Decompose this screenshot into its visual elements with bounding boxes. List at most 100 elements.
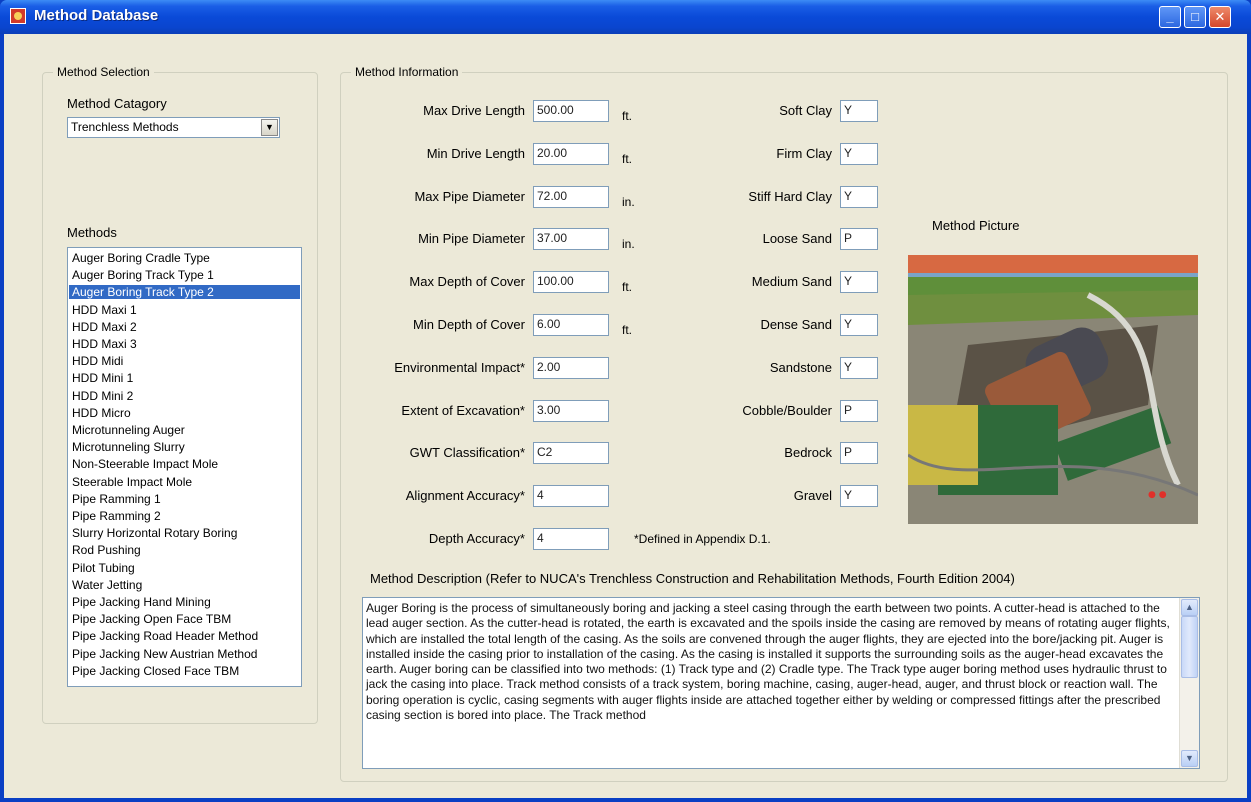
soil-type-label: Sandstone <box>769 359 832 375</box>
soil-suitability-input[interactable]: P <box>840 442 878 465</box>
chevron-down-icon[interactable]: ▼ <box>261 119 278 136</box>
method-category-dropdown[interactable]: Trenchless Methods ▼ <box>67 117 280 138</box>
field-label: Max Pipe Diameter <box>414 188 525 204</box>
method-description-textarea[interactable]: Auger Boring is the process of simultane… <box>362 597 1200 769</box>
close-button[interactable]: ✕ <box>1209 6 1231 28</box>
method-description-label: Method Description (Refer to NUCA's Tren… <box>370 571 1015 586</box>
methods-label: Methods <box>67 225 117 240</box>
field-value-input[interactable]: 4 <box>533 485 609 508</box>
method-list-item[interactable]: Rod Pushing <box>69 543 300 557</box>
method-list-item[interactable]: Microtunneling Slurry <box>69 440 300 454</box>
field-label: Min Drive Length <box>426 145 525 161</box>
soil-type-label: Bedrock <box>784 445 832 461</box>
field-value-input[interactable]: 6.00 <box>533 314 609 336</box>
field-value-input[interactable]: 72.00 <box>533 185 609 208</box>
method-list-item[interactable]: HDD Maxi 2 <box>69 320 300 334</box>
methods-listbox[interactable]: Auger Boring Cradle Type Auger Boring Tra… <box>67 247 302 687</box>
field-value-input[interactable]: 20.00 <box>533 142 609 165</box>
method-information-caption: Method Information <box>351 65 463 79</box>
method-list-item[interactable]: Microtunneling Auger <box>69 423 300 437</box>
field-label: Depth Accuracy* <box>428 531 525 546</box>
soil-suitability-input[interactable]: Y <box>840 100 878 122</box>
field-value-input[interactable]: 4 <box>533 528 609 550</box>
field-label: Extent of Excavation* <box>401 402 525 418</box>
field-unit: in. <box>622 194 635 209</box>
minimize-button[interactable]: _ <box>1159 6 1181 28</box>
field-label: Max Drive Length <box>423 103 525 118</box>
method-list-item[interactable]: HDD Mini 2 <box>69 389 300 403</box>
field-label: Alignment Accuracy* <box>405 488 525 504</box>
soil-suitability-input[interactable]: Y <box>840 271 878 294</box>
soil-suitability-input[interactable]: P <box>840 228 878 251</box>
maximize-button[interactable]: □ <box>1184 6 1206 28</box>
method-list-item[interactable]: Pipe Jacking Road Header Method <box>69 629 300 643</box>
method-list-item[interactable]: Pipe Ramming 2 <box>69 509 300 523</box>
field-unit: ft. <box>622 109 633 123</box>
soil-type-label: Dense Sand <box>760 317 832 332</box>
soil-suitability-input[interactable]: Y <box>840 185 878 208</box>
soil-type-label: Medium Sand <box>751 274 832 290</box>
method-picture-label: Method Picture <box>932 218 1020 233</box>
soil-suitability-input[interactable]: Y <box>840 356 878 379</box>
soil-type-label: Stiff Hard Clay <box>748 188 832 204</box>
field-label: Environmental Impact* <box>394 359 525 375</box>
soil-type-label: Firm Clay <box>776 145 832 161</box>
method-list-item[interactable]: HDD Midi <box>69 354 300 368</box>
method-list-item[interactable]: Non-Steerable Impact Mole <box>69 457 300 471</box>
app-icon <box>10 8 26 24</box>
field-value-input[interactable]: 500.00 <box>533 100 609 122</box>
soil-type-label: Loose Sand <box>762 231 832 247</box>
field-value-input[interactable]: 100.00 <box>533 271 609 294</box>
method-list-item[interactable]: HDD Maxi 3 <box>69 337 300 351</box>
maximize-icon: □ <box>1191 9 1199 24</box>
minimize-icon: _ <box>1166 9 1174 24</box>
field-label: Min Depth of Cover <box>413 317 525 332</box>
field-label: Max Depth of Cover <box>409 274 525 290</box>
window-title: Method Database <box>34 7 159 24</box>
method-list-item[interactable]: Pilot Tubing <box>69 561 300 575</box>
application-window: Method Database _ □ ✕ Method Selection M… <box>0 0 1251 802</box>
method-list-item[interactable]: Auger Boring Track Type 2 <box>69 285 300 300</box>
method-list-item[interactable]: Pipe Jacking Open Face TBM <box>69 612 300 626</box>
method-list-item[interactable]: Slurry Horizontal Rotary Boring <box>69 526 300 540</box>
method-list-item[interactable]: Pipe Jacking Closed Face TBM <box>69 664 300 678</box>
method-list-item[interactable]: HDD Mini 1 <box>69 371 300 385</box>
method-category-value: Trenchless Methods <box>71 120 179 134</box>
method-list-item[interactable]: HDD Maxi 1 <box>69 303 300 317</box>
description-scrollbar[interactable]: ▲ ▼ <box>1179 598 1199 768</box>
method-picture: ● ● <box>908 255 1198 524</box>
soil-suitability-input[interactable]: Y <box>840 142 878 165</box>
method-list-item[interactable]: Auger Boring Track Type 1 <box>69 268 300 282</box>
field-value-input[interactable]: 2.00 <box>533 356 609 379</box>
scrollbar-thumb[interactable] <box>1181 616 1198 678</box>
method-list-item[interactable]: Auger Boring Cradle Type <box>69 251 300 265</box>
client-area: Method Selection Method Catagory Trenchl… <box>4 34 1247 798</box>
field-unit: in. <box>622 237 635 252</box>
soil-suitability-input[interactable]: Y <box>840 314 878 336</box>
soil-suitability-input[interactable]: P <box>840 399 878 422</box>
method-category-label: Method Catagory <box>67 96 167 111</box>
method-list-item[interactable]: Pipe Jacking Hand Mining <box>69 595 300 609</box>
method-list-item[interactable]: Water Jetting <box>69 578 300 592</box>
field-unit: ft. <box>622 323 633 337</box>
appendix-footnote: *Defined in Appendix D.1. <box>634 532 771 546</box>
field-value-input[interactable]: 37.00 <box>533 228 609 251</box>
soil-suitability-input[interactable]: Y <box>840 485 878 508</box>
method-description-text: Auger Boring is the process of simultane… <box>366 601 1170 723</box>
field-label: Min Pipe Diameter <box>418 231 525 247</box>
close-icon: ✕ <box>1214 9 1226 24</box>
method-list-item[interactable]: HDD Micro <box>69 406 300 420</box>
scroll-down-icon[interactable]: ▼ <box>1181 750 1198 767</box>
field-unit: ft. <box>622 151 633 166</box>
soil-type-label: Cobble/Boulder <box>742 402 832 418</box>
title-bar[interactable]: Method Database _ □ ✕ <box>0 0 1251 34</box>
method-list-item[interactable]: Steerable Impact Mole <box>69 475 300 489</box>
scroll-up-icon[interactable]: ▲ <box>1181 599 1198 616</box>
method-list-item[interactable]: Pipe Ramming 1 <box>69 492 300 506</box>
field-value-input[interactable]: C2 <box>533 442 609 465</box>
field-label: GWT Classification* <box>409 445 525 461</box>
method-selection-caption: Method Selection <box>53 65 154 79</box>
field-value-input[interactable]: 3.00 <box>533 399 609 422</box>
field-unit: ft. <box>622 280 633 295</box>
method-list-item[interactable]: Pipe Jacking New Austrian Method <box>69 647 300 661</box>
